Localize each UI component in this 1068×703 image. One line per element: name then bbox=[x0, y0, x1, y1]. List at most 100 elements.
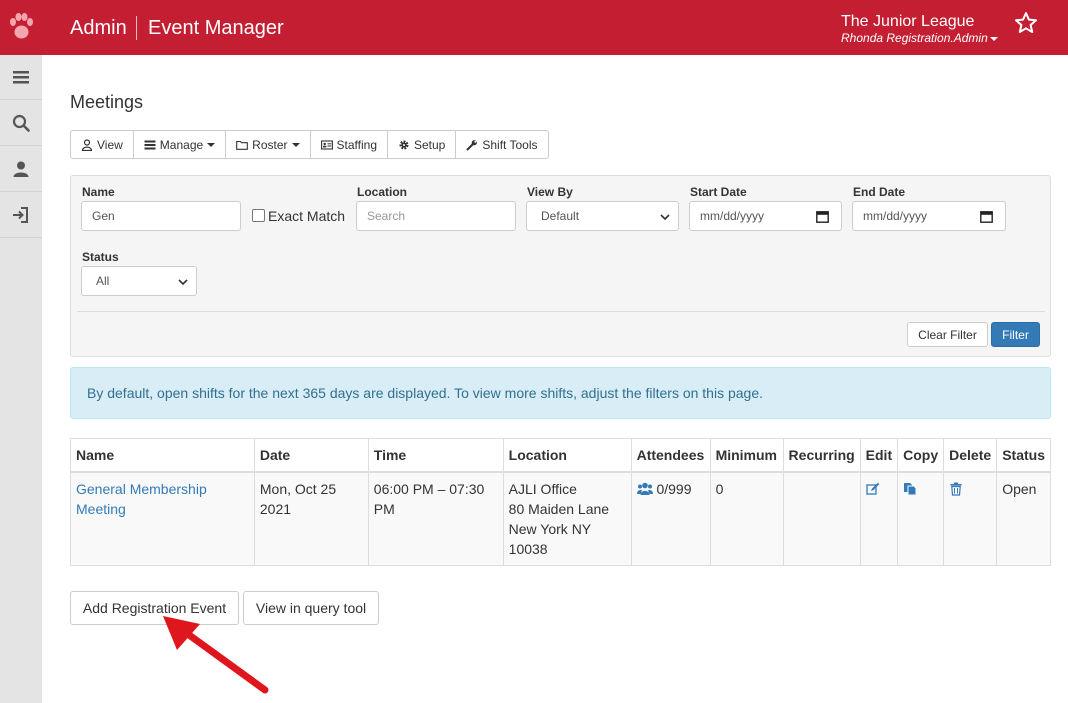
brand-admin[interactable]: Admin bbox=[70, 16, 127, 40]
shift-tools-label: Shift Tools bbox=[482, 137, 538, 152]
shift-tools-button[interactable]: Shift Tools bbox=[456, 131, 547, 158]
table-header-row: Name Date Time Location Attendees Minimu… bbox=[70, 438, 1051, 473]
edit-icon[interactable] bbox=[866, 482, 880, 496]
app-name[interactable]: Event Manager bbox=[148, 16, 284, 40]
location-line: 10038 bbox=[508, 540, 548, 557]
org-name[interactable]: The Junior League bbox=[841, 12, 974, 31]
cell-status: Open bbox=[996, 471, 1051, 566]
table-row: General Membership Meeting Mon, Oct 25 2… bbox=[70, 471, 1051, 566]
filter-divider bbox=[77, 311, 1045, 312]
group-icon bbox=[636, 482, 653, 495]
column-header-location[interactable]: Location bbox=[502, 438, 632, 473]
id-card-icon bbox=[320, 139, 333, 150]
column-header-attendees[interactable]: Attendees bbox=[630, 438, 711, 473]
location-input[interactable]: Search bbox=[356, 201, 516, 231]
status-select[interactable]: All bbox=[81, 266, 197, 296]
meetings-table: Name Date Time Location Attendees Minimu… bbox=[70, 438, 1051, 566]
attendees-count: 0/999 bbox=[656, 480, 692, 497]
location-line: New York NY bbox=[508, 520, 592, 537]
filter-panel: Name Gen Exact Match Location Search Vie… bbox=[70, 175, 1051, 357]
chevron-down-icon bbox=[989, 36, 998, 41]
cell-minimum: 0 bbox=[709, 471, 784, 566]
page-title: Meetings bbox=[70, 92, 144, 112]
chevron-down-icon bbox=[291, 142, 300, 147]
manage-dropdown[interactable]: Manage bbox=[134, 131, 227, 158]
status-value: All bbox=[96, 274, 110, 288]
sidebar-menu-button[interactable] bbox=[0, 55, 42, 100]
exact-match-checkbox[interactable] bbox=[252, 209, 265, 222]
start-date-input[interactable]: mm/dd/yyyy bbox=[689, 201, 842, 231]
cell-location: AJLI Office 80 Maiden Lane New York NY 1… bbox=[502, 471, 632, 566]
sidebar-profile-button[interactable] bbox=[0, 147, 42, 192]
view-button[interactable]: View bbox=[71, 131, 134, 158]
column-header-edit: Edit bbox=[859, 438, 899, 473]
calendar-icon[interactable] bbox=[980, 210, 993, 223]
folder-icon bbox=[236, 140, 249, 150]
view-label: View bbox=[97, 137, 123, 152]
trash-icon[interactable] bbox=[949, 482, 963, 496]
user-icon bbox=[13, 161, 29, 177]
roster-label: Roster bbox=[252, 137, 288, 152]
column-header-copy: Copy bbox=[897, 438, 945, 473]
sidebar-search-button[interactable] bbox=[0, 101, 42, 146]
filter-button[interactable]: Filter bbox=[991, 322, 1040, 347]
info-alert: By default, open shifts for the next 365… bbox=[70, 367, 1051, 419]
staffing-label: Staffing bbox=[336, 137, 377, 152]
gear-icon bbox=[399, 140, 409, 149]
location-line: 80 Maiden Lane bbox=[508, 500, 610, 517]
menu-icon bbox=[13, 71, 29, 84]
sidebar-signin-button[interactable] bbox=[0, 193, 42, 238]
view-by-value: Default bbox=[541, 209, 580, 223]
cell-attendees[interactable]: 0/999 bbox=[630, 471, 711, 566]
copy-icon[interactable] bbox=[903, 482, 917, 496]
column-header-recurring[interactable]: Recurring bbox=[782, 438, 861, 473]
location-line: AJLI Office bbox=[508, 480, 577, 497]
end-date-placeholder: mm/dd/yyyy bbox=[863, 209, 928, 223]
search-icon bbox=[12, 114, 30, 132]
chevron-down-icon bbox=[660, 214, 670, 221]
info-alert-text: By default, open shifts for the next 365… bbox=[87, 385, 764, 401]
manage-list-icon bbox=[144, 140, 156, 149]
cell-delete bbox=[943, 471, 998, 566]
end-date-label: End Date bbox=[853, 185, 906, 199]
column-header-name[interactable]: Name bbox=[70, 438, 255, 473]
name-input[interactable]: Gen bbox=[81, 201, 241, 231]
setup-label: Setup bbox=[414, 137, 446, 152]
column-header-status[interactable]: Status bbox=[996, 438, 1051, 473]
annotation-arrow bbox=[163, 616, 269, 694]
clear-filter-button[interactable]: Clear Filter bbox=[907, 322, 988, 347]
sign-in-icon bbox=[13, 207, 28, 223]
end-date-input[interactable]: mm/dd/yyyy bbox=[852, 201, 1006, 231]
view-by-label: View By bbox=[527, 185, 573, 199]
cell-date: Mon, Oct 25 2021 bbox=[253, 471, 369, 566]
status-label: Status bbox=[82, 250, 119, 264]
cell-time: 06:00 PM – 07:30 PM bbox=[367, 471, 504, 566]
start-date-placeholder: mm/dd/yyyy bbox=[700, 209, 765, 223]
toolbar: View Manage Roster Staffing Setup Shift … bbox=[70, 130, 549, 159]
cell-name: General Membership Meeting bbox=[70, 471, 255, 566]
star-icon[interactable] bbox=[1014, 11, 1038, 35]
user-name: Rhonda Registration.Admin bbox=[841, 31, 988, 45]
column-header-delete: Delete bbox=[943, 438, 998, 473]
wrench-icon bbox=[466, 139, 478, 150]
cell-recurring bbox=[782, 471, 861, 566]
manage-label: Manage bbox=[159, 137, 204, 152]
paw-icon[interactable] bbox=[8, 13, 34, 41]
column-header-date[interactable]: Date bbox=[253, 438, 369, 473]
calendar-icon[interactable] bbox=[816, 210, 829, 223]
location-label: Location bbox=[357, 185, 407, 199]
event-name-link[interactable]: General Membership Meeting bbox=[76, 481, 207, 517]
setup-button[interactable]: Setup bbox=[388, 131, 457, 158]
exact-match-label[interactable]: Exact Match bbox=[268, 208, 345, 224]
cell-copy bbox=[897, 471, 945, 566]
roster-dropdown[interactable]: Roster bbox=[226, 131, 311, 158]
view-by-select[interactable]: Default bbox=[526, 201, 679, 231]
column-header-minimum[interactable]: Minimum bbox=[709, 438, 784, 473]
staffing-button[interactable]: Staffing bbox=[311, 131, 388, 158]
top-bar: Admin Event Manager The Junior League Rh… bbox=[0, 0, 1068, 55]
cell-edit bbox=[859, 471, 899, 566]
start-date-label: Start Date bbox=[690, 185, 747, 199]
column-header-time[interactable]: Time bbox=[367, 438, 504, 473]
name-label: Name bbox=[82, 185, 115, 199]
user-menu[interactable]: Rhonda Registration.Admin bbox=[841, 31, 998, 45]
